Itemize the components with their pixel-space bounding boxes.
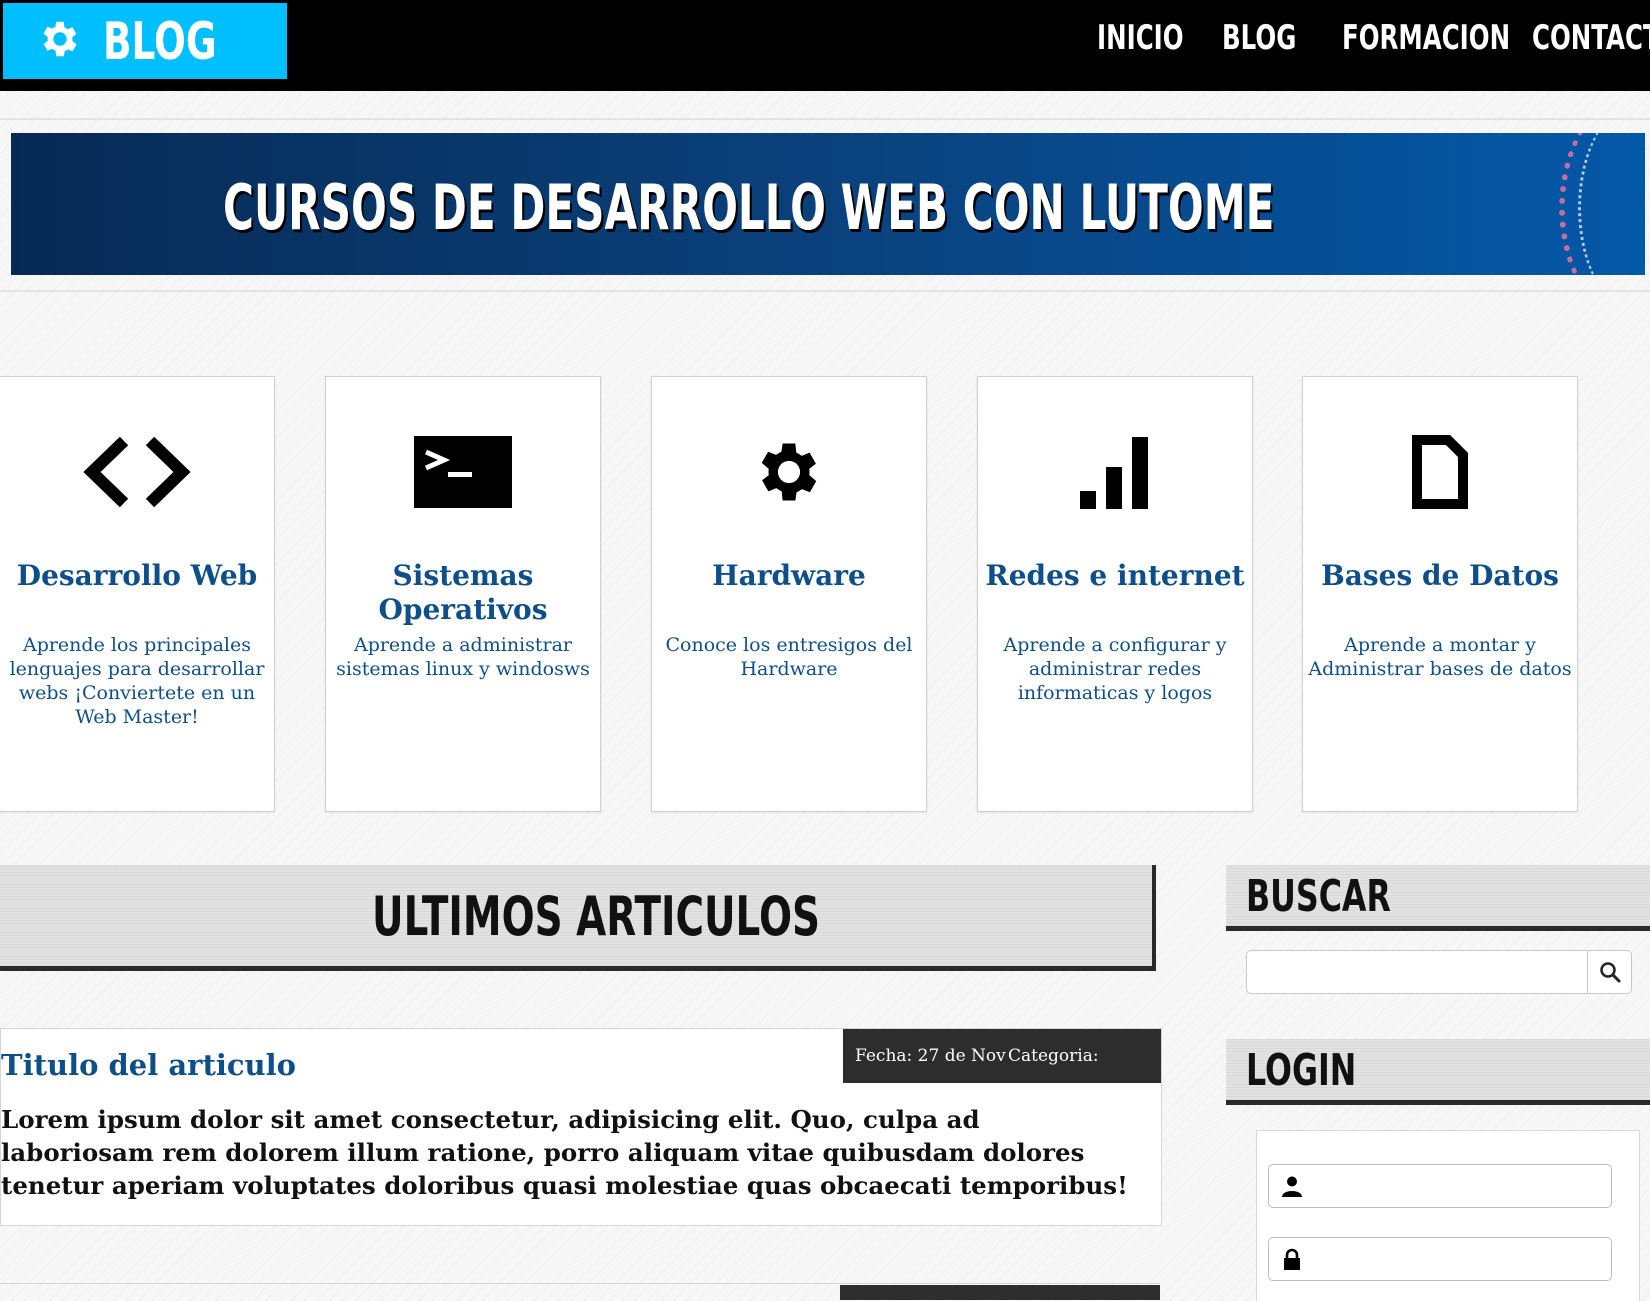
card-description: Aprende a administrar sistemas linux y w… [336, 634, 590, 680]
file-icon [1412, 435, 1468, 509]
course-card-web[interactable]: Desarrollo Web Aprende los principales l… [0, 376, 275, 812]
nav-inicio[interactable]: INICIO [1097, 18, 1184, 58]
sidebar-title: BUSCAR [1246, 871, 1391, 922]
search-icon [1600, 962, 1621, 983]
article-date: Fecha: 27 de Nov [855, 1046, 1006, 1066]
code-icon [83, 436, 191, 508]
divider [0, 118, 1650, 120]
nav-formacion[interactable]: FORMACION [1342, 18, 1510, 58]
gear-icon [43, 21, 77, 57]
course-card-databases[interactable]: Bases de Datos Aprende a montar y Admini… [1302, 376, 1578, 812]
article-card[interactable]: Fecha: 27 de Nov Categoria: Pruebas Titu… [0, 1028, 1162, 1226]
card-title: Sistemas Operativos [378, 559, 548, 626]
site-logo[interactable]: BLOG [3, 3, 287, 79]
nav-contacto[interactable]: CONTACTO [1532, 18, 1650, 58]
article-card [0, 1283, 1160, 1284]
card-title: Hardware [712, 559, 866, 592]
password-field[interactable] [1268, 1237, 1612, 1281]
search-input[interactable] [1246, 950, 1632, 994]
hero-banner: CURSOS DE DESARROLLO WEB CON LUTOME [11, 133, 1645, 275]
card-description: Aprende a configurar y administrar redes… [1003, 634, 1227, 704]
course-card-hardware[interactable]: Hardware Conoce los entresigos del Hardw… [651, 376, 927, 812]
search-button[interactable] [1587, 950, 1632, 994]
lock-icon [1284, 1248, 1300, 1270]
nav-blog[interactable]: BLOG [1222, 18, 1296, 58]
top-navbar: BLOG INICIO BLOG FORMACION CONTACTO [0, 0, 1650, 91]
gear-icon [761, 443, 817, 501]
login-heading: LOGIN [1226, 1039, 1650, 1105]
card-description: Conoce los entresigos del Hardware [665, 634, 913, 680]
article-meta-bar: Fecha: 27 de Nov Categoria: Pruebas [843, 1029, 1161, 1120]
logo-text: BLOG [103, 12, 217, 72]
card-description: Aprende los principales lenguajes para d… [9, 634, 265, 728]
username-field[interactable] [1268, 1164, 1612, 1208]
latest-articles-heading: ULTIMOS ARTICULOS [0, 865, 1156, 971]
card-title: Redes e internet [985, 559, 1245, 592]
signal-bars-icon [1080, 437, 1148, 509]
course-card-networks[interactable]: Redes e internet Aprende a configurar y … [977, 376, 1253, 812]
section-title: ULTIMOS ARTICULOS [372, 885, 820, 948]
article-excerpt: Lorem ipsum dolor sit amet consectetur, … [1, 1105, 1128, 1200]
decorative-sparkle-arc [1578, 133, 1645, 275]
article-meta-bar [840, 1285, 1160, 1300]
card-title: Desarrollo Web [16, 559, 258, 592]
terminal-icon [414, 436, 512, 508]
banner-title: CURSOS DE DESARROLLO WEB CON LUTOME [223, 171, 1275, 244]
card-description: Aprende a montar y Administrar bases de … [1308, 634, 1572, 680]
course-card-os[interactable]: Sistemas Operativos Aprende a administra… [325, 376, 601, 812]
divider [0, 290, 1650, 292]
sidebar-title: LOGIN [1246, 1045, 1357, 1096]
search-heading: BUSCAR [1226, 865, 1650, 931]
article-title[interactable]: Titulo del articulo [1, 1047, 296, 1083]
card-title: Bases de Datos [1321, 559, 1559, 592]
user-icon [1282, 1176, 1302, 1197]
